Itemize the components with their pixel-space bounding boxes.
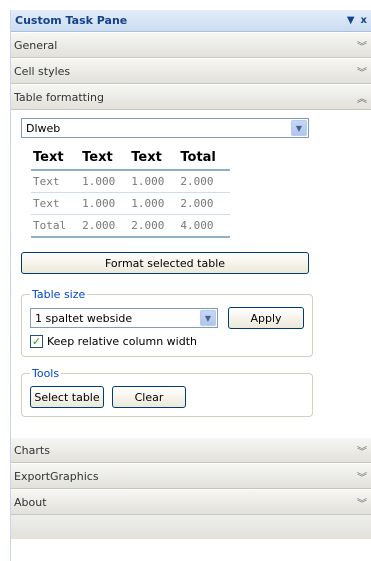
chevrons-down-icon: ︾ [357,498,367,510]
chevrons-down-icon: ︾ [357,446,367,458]
section-table-formatting[interactable]: Table formatting ︽ [11,84,371,110]
preview-header-cell: Total [178,148,230,171]
section-general[interactable]: General ︾ [11,32,371,58]
table-style-value: Dlweb [26,121,61,135]
table-size-select[interactable]: 1 spaltet webside ▼ [30,308,218,328]
section-export-graphics[interactable]: ExportGraphics ︾ [11,463,371,489]
chevron-down-icon[interactable]: ▼ [200,310,216,326]
pane-footer-area [11,515,371,539]
section-about[interactable]: About ︾ [11,489,371,515]
close-icon[interactable]: x [361,15,367,26]
tools-legend: Tools [32,367,60,380]
preview-cell: 1.000 [80,170,130,193]
table-size-value: 1 spaltet webside [35,311,133,325]
table-size-group: Table size 1 spaltet webside ▼ Apply ✓ K… [21,288,313,357]
select-table-button[interactable]: Select table [30,386,104,408]
task-pane-title-bar: Custom Task Pane ▼ x [11,10,371,32]
keep-relative-width-checkbox[interactable]: ✓ [30,335,43,348]
preview-header-cell: Text [129,148,179,171]
table-formatting-panel: Dlweb ▼ Text Text Text Total Text 1.000 … [11,110,371,437]
section-cell-styles[interactable]: Cell styles ︾ [11,58,371,84]
section-label: Cell styles [14,64,71,78]
task-pane-title: Custom Task Pane [15,14,128,27]
section-label: About [14,495,47,509]
chevrons-down-icon: ︾ [357,41,367,53]
preview-cell: 1.000 [80,192,130,215]
table-size-legend: Table size [32,288,86,301]
preview-cell: 2.000 [80,214,130,238]
tools-group: Tools Select table Clear [21,367,313,417]
preview-cell: Total [31,214,81,238]
preview-cell: 2.000 [178,170,230,193]
preview-row: Text 1.000 1.000 2.000 [31,170,230,193]
table-style-select[interactable]: Dlweb ▼ [21,118,309,138]
pane-menu-dropdown-icon[interactable]: ▼ [347,15,355,26]
section-label: General [14,38,58,52]
chevron-down-icon[interactable]: ▼ [291,120,307,136]
preview-header-cell: Text [31,148,81,171]
preview-cell: 1.000 [129,192,179,215]
preview-cell: Text [31,170,81,193]
preview-row: Text 1.000 1.000 2.000 [31,192,230,215]
clear-button[interactable]: Clear [112,386,186,408]
preview-header-cell: Text [80,148,130,171]
preview-cell: 1.000 [129,170,179,193]
section-label: Charts [14,443,50,457]
custom-task-pane: Custom Task Pane ▼ x General ︾ Cell styl… [10,10,371,561]
table-style-preview: Text Text Text Total Text 1.000 1.000 2.… [31,148,230,238]
preview-cell: 4.000 [178,214,230,238]
keep-relative-width-option[interactable]: ✓ Keep relative column width [30,335,304,348]
preview-header-row: Text Text Text Total [31,148,230,171]
preview-cell: 2.000 [129,214,179,238]
chevrons-down-icon: ︾ [357,472,367,484]
chevrons-down-icon: ︾ [357,67,367,79]
apply-button[interactable]: Apply [228,307,304,329]
section-charts[interactable]: Charts ︾ [11,437,371,463]
section-label: ExportGraphics [14,469,99,483]
chevrons-up-icon: ︽ [357,93,367,105]
format-selected-table-button[interactable]: Format selected table [21,252,309,274]
preview-total-row: Total 2.000 2.000 4.000 [31,214,230,238]
keep-relative-width-label: Keep relative column width [47,335,197,348]
preview-cell: Text [31,192,81,215]
section-label: Table formatting [14,90,104,104]
preview-cell: 2.000 [178,192,230,215]
